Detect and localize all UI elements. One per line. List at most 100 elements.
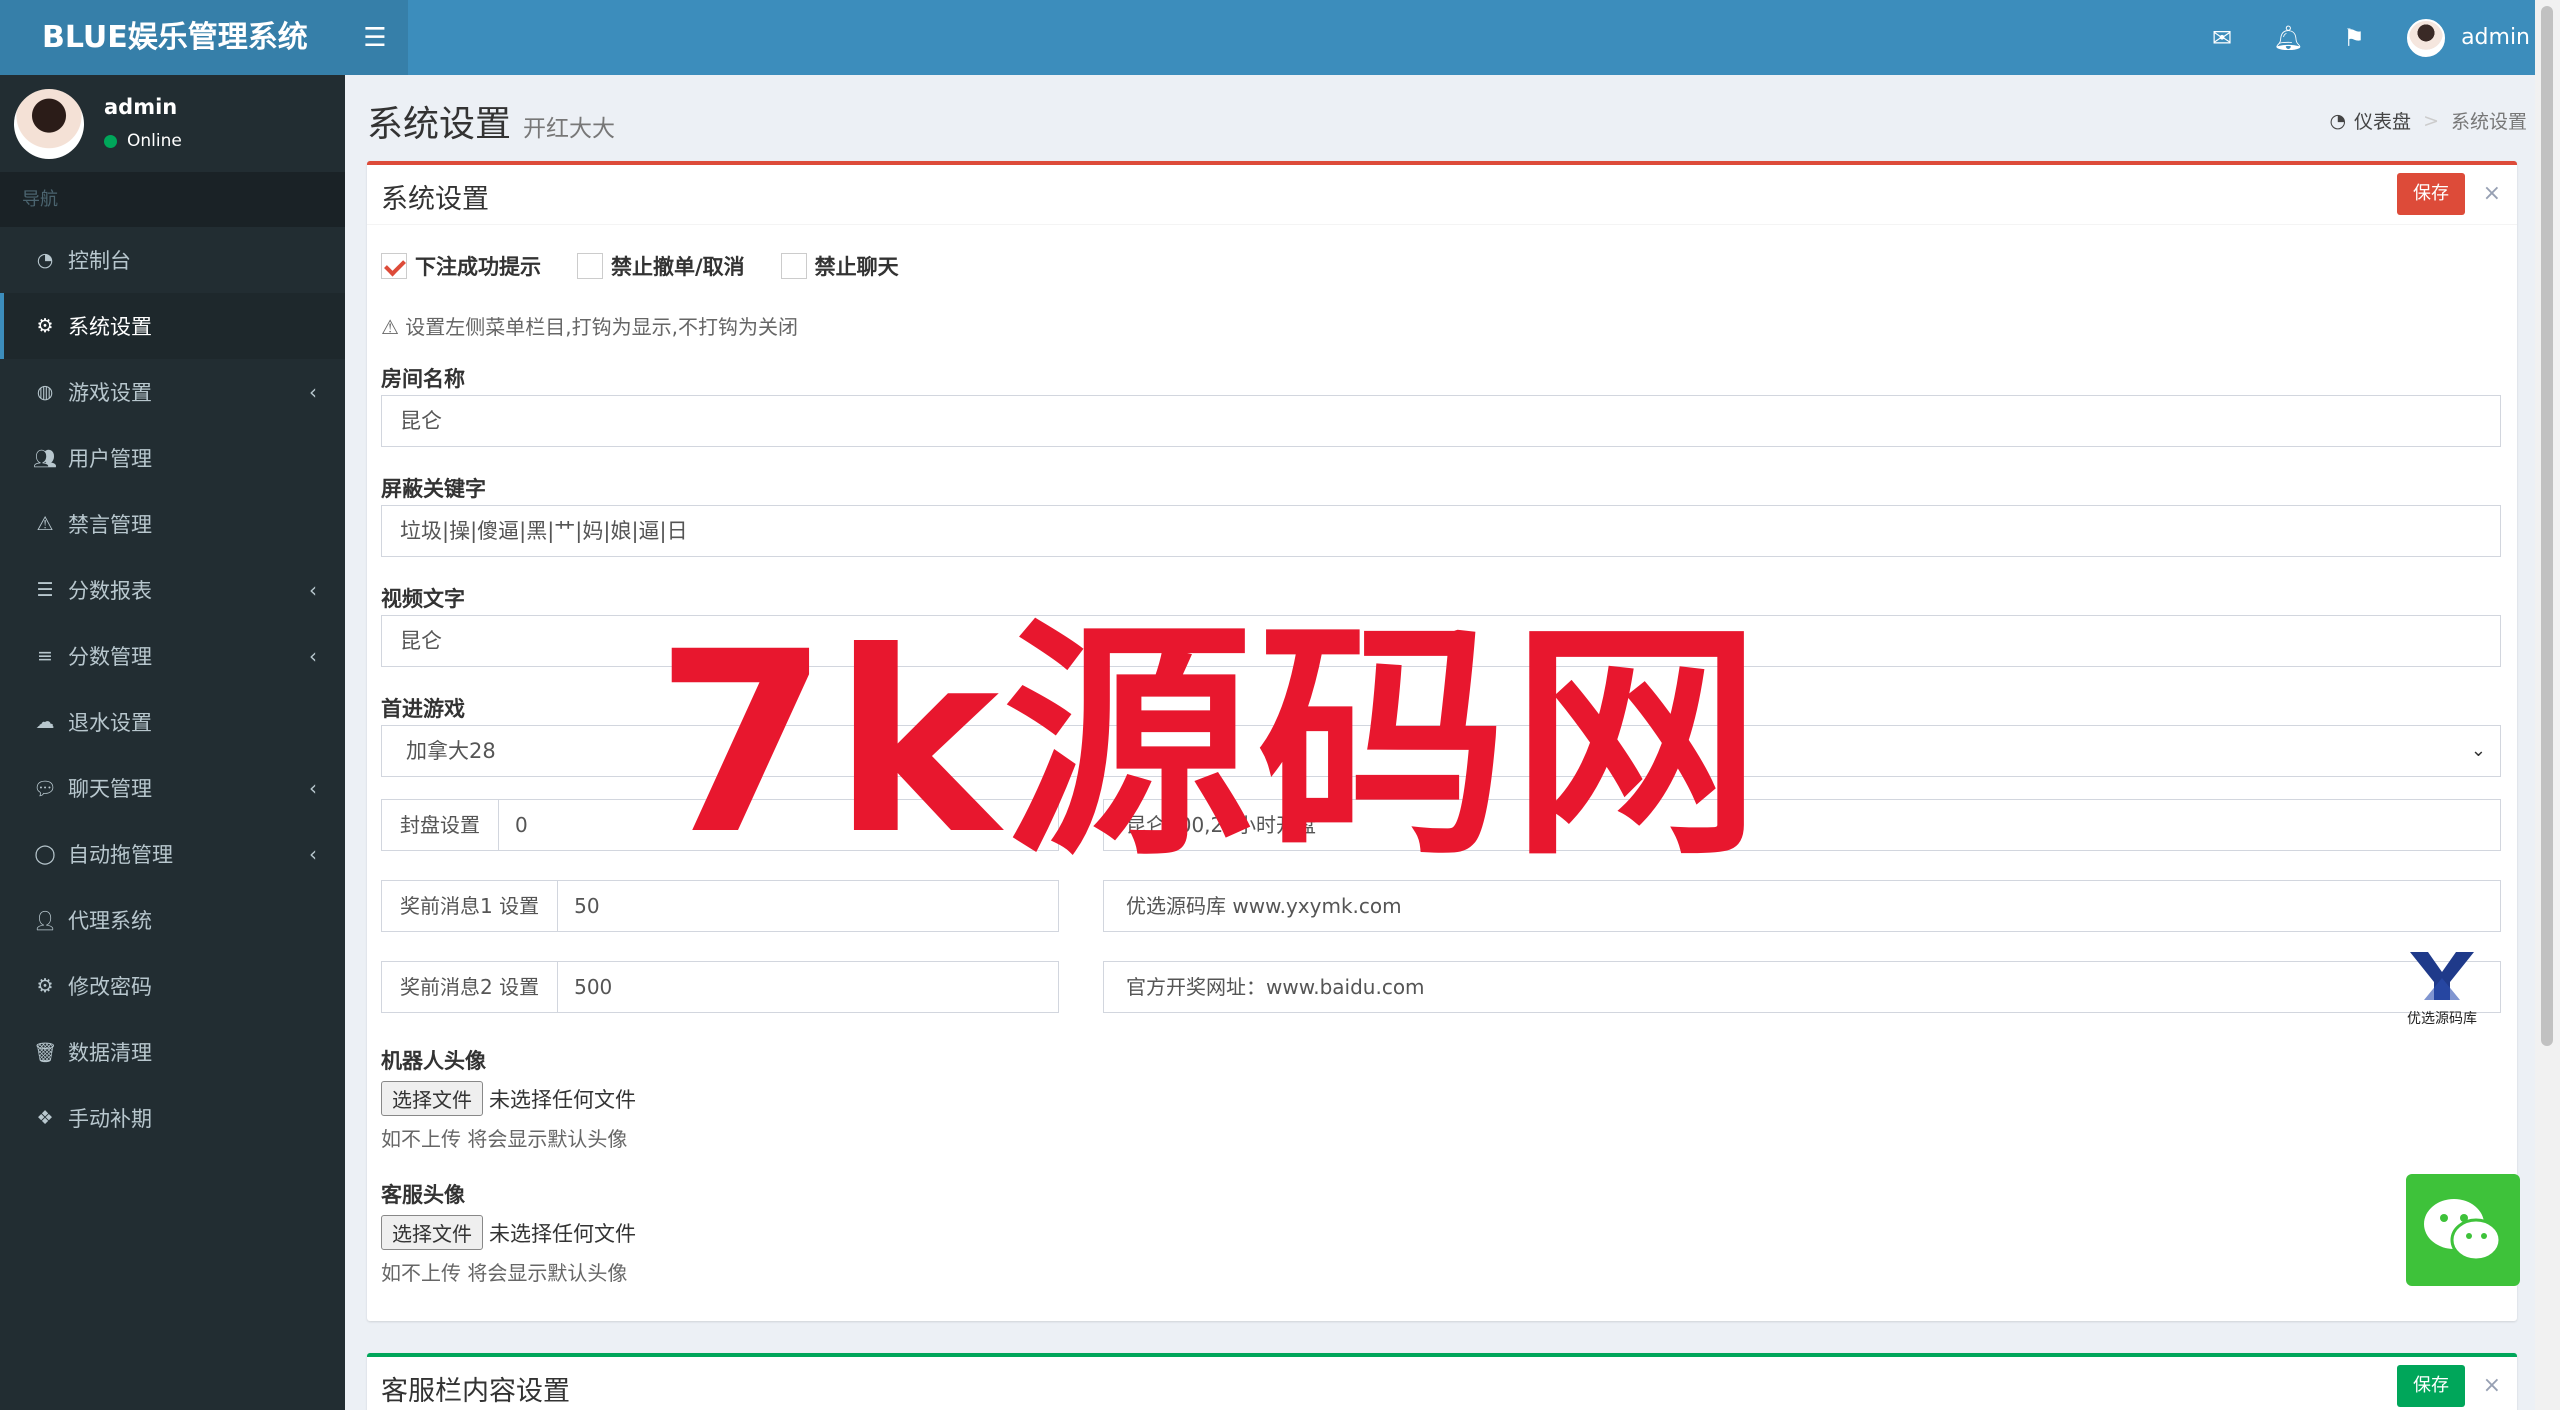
sidebar-item-game-settings[interactable]: ◍ 游戏设置 ‹ — [0, 359, 345, 425]
service-box-header: 客服栏内容设置 保存 × — [367, 1357, 2517, 1410]
checkbox-unchecked-icon[interactable] — [780, 253, 807, 279]
top-icons: ✉ 🔔︎ ⚑ admin — [2189, 0, 2530, 75]
wechat-button[interactable] — [2406, 1174, 2520, 1286]
scrollbar-thumb[interactable] — [2541, 6, 2553, 1046]
checkbox-bet-success[interactable]: 下注成功提示 — [381, 251, 541, 281]
comment-icon: ◯ — [34, 843, 56, 865]
mail-icon[interactable]: ✉ — [2189, 24, 2255, 52]
pre-msg-1-label: 奖前消息1 设置 — [382, 881, 559, 931]
sidebar-item-label: 用户管理 — [68, 447, 152, 471]
page-scrollbar[interactable] — [2535, 0, 2560, 1410]
app-logo[interactable]: BLUE娱乐管理系统 — [0, 0, 408, 75]
flag-icon[interactable]: ⚑ — [2321, 24, 2387, 52]
sidebar-item-label: 代理系统 — [68, 909, 152, 933]
breadcrumb-home[interactable]: 仪表盘 — [2354, 107, 2411, 134]
robot-avatar-label: 机器人头像 — [381, 1049, 486, 1073]
first-game-value: 加拿大28 — [406, 739, 496, 763]
breadcrumb: ◔ 仪表盘 > 系统设置 — [2329, 107, 2527, 134]
online-dot-icon — [104, 134, 117, 148]
list-icon: ☰ — [36, 579, 54, 601]
checkbox-no-cancel[interactable]: 禁止撤单/取消 — [577, 251, 745, 281]
database-icon: ≡ — [37, 645, 53, 667]
checkbox-checked-icon[interactable] — [381, 253, 407, 279]
sidebar-item-auto-bot[interactable]: ◯ 自动拖管理 ‹ — [0, 821, 345, 887]
service-box-title: 客服栏内容设置 — [381, 1376, 570, 1407]
sidebar-item-users[interactable]: 👥︎ 用户管理 — [0, 425, 345, 491]
sidebar-item-system-settings[interactable]: ⚙ 系统设置 — [0, 293, 345, 359]
close-icon[interactable]: × — [2483, 181, 2501, 206]
sidebar-item-label: 分数报表 — [68, 579, 152, 603]
side-logo-text: 优选源码库 — [2407, 1011, 2477, 1027]
checkbox-no-chat[interactable]: 禁止聊天 — [780, 251, 899, 281]
sidebar: admin Online 导航 ◔ 控制台 ⚙ 系统设置 ◍ 游戏设置 ‹ 👥︎ 用户管理… — [0, 75, 345, 1410]
sidebar-item-score-manage[interactable]: ≡ 分数管理 ‹ — [0, 623, 345, 689]
sidebar-item-manual-period[interactable]: ❖ 手动补期 — [0, 1085, 345, 1151]
warning-icon: ⚠ — [381, 315, 406, 339]
service-avatar-choose-button[interactable]: 选择文件 — [381, 1215, 483, 1250]
cloud-download-icon: ☁ — [35, 711, 55, 733]
avatar — [14, 89, 84, 159]
settings-hint: ⚠ 设置左侧菜单栏目,打钩为显示,不打钩为关闭 — [381, 311, 798, 340]
sidebar-item-label: 游戏设置 — [68, 381, 152, 405]
breadcrumb-current: 系统设置 — [2450, 111, 2527, 133]
gear-icon: ⚙ — [36, 975, 54, 997]
robot-avatar-status: 未选择任何文件 — [489, 1087, 636, 1112]
top-navbar: BLUE娱乐管理系统 ☰ ✉ 🔔︎ ⚑ admin — [0, 0, 2560, 75]
video-text-label: 视频文字 — [381, 587, 465, 611]
blocked-words-label: 屏蔽关键字 — [381, 477, 486, 501]
sidebar-item-label: 系统设置 — [68, 315, 152, 339]
user-menu-name: admin — [2461, 25, 2530, 50]
sidebar-item-label: 修改密码 — [68, 975, 152, 999]
page-title-text: 系统设置 — [367, 104, 512, 145]
chat-icon: 💬︎ — [32, 777, 58, 800]
robot-avatar-file: 选择文件 未选择任何文件 — [381, 1081, 636, 1116]
user-panel: admin Online — [0, 75, 345, 172]
chevron-left-icon: ‹ — [309, 842, 317, 866]
user-status: Online — [104, 131, 182, 151]
room-name-label: 房间名称 — [381, 367, 465, 391]
robot-avatar-hint: 如不上传 将会显示默认头像 — [381, 1127, 628, 1151]
sidebar-item-label: 数据清理 — [68, 1041, 152, 1065]
user-status-text: Online — [127, 131, 182, 151]
wechat-icon — [2424, 1199, 2502, 1262]
chevron-left-icon: ‹ — [309, 644, 317, 668]
sidebar-item-chat[interactable]: 💬︎ 聊天管理 ‹ — [0, 755, 345, 821]
side-logo[interactable]: 优选源码库 — [2404, 948, 2480, 1028]
room-name-input[interactable]: 昆仑 — [381, 395, 2501, 447]
sidebar-item-mute[interactable]: ⚠ 禁言管理 — [0, 491, 345, 557]
settings-box-title: 系统设置 — [381, 184, 489, 215]
sidebar-item-label: 分数管理 — [68, 645, 152, 669]
sidebar-item-label: 聊天管理 — [68, 777, 152, 801]
sidebar-item-data-clean[interactable]: 🗑︎ 数据清理 — [0, 1019, 345, 1085]
settings-box-header: 系统设置 保存 × — [367, 165, 2517, 225]
save-button[interactable]: 保存 — [2397, 173, 2465, 215]
checkbox-unchecked-icon[interactable] — [577, 253, 603, 279]
avatar — [2407, 18, 2446, 57]
page-title: 系统设置 开红大大 — [367, 95, 615, 147]
sidebar-toggle-icon[interactable]: ☰ — [350, 18, 400, 58]
pre-msg-2-label: 奖前消息2 设置 — [382, 962, 559, 1012]
user-panel-name: admin — [104, 95, 178, 119]
chevron-left-icon: ‹ — [309, 578, 317, 602]
sidebar-item-label: 退水设置 — [68, 711, 152, 735]
chevron-down-icon: ⌄ — [2470, 740, 2486, 761]
bell-icon[interactable]: 🔔︎ — [2255, 24, 2321, 52]
sidebar-item-dashboard[interactable]: ◔ 控制台 — [0, 227, 345, 293]
cogs-icon: ⚙ — [36, 315, 54, 337]
user-menu[interactable]: admin — [2407, 18, 2530, 57]
sidebar-item-agent[interactable]: 👤︎ 代理系统 — [0, 887, 345, 953]
sidebar-item-rebate[interactable]: ☁ 退水设置 — [0, 689, 345, 755]
first-game-label: 首进游戏 — [381, 697, 465, 721]
close-setting-label: 封盘设置 — [382, 800, 499, 850]
sidebar-item-score-report[interactable]: ☰ 分数报表 ‹ — [0, 557, 345, 623]
settings-hint-text: 设置左侧菜单栏目,打钩为显示,不打钩为关闭 — [405, 315, 799, 339]
watermark-text: 7k源码网 — [655, 598, 1766, 889]
sidebar-item-password[interactable]: ⚙ 修改密码 — [0, 953, 345, 1019]
robot-avatar-choose-button[interactable]: 选择文件 — [381, 1081, 483, 1116]
pre-msg-2-input[interactable]: 500 — [558, 962, 1058, 1012]
checkbox-label: 下注成功提示 — [415, 255, 541, 279]
service-save-button[interactable]: 保存 — [2397, 1365, 2465, 1407]
close-icon[interactable]: × — [2483, 1373, 2501, 1398]
checkbox-label: 禁止撤单/取消 — [611, 255, 745, 279]
pre-msg-2-text-input[interactable]: 官方开奖网址：www.baidu.com — [1103, 961, 2501, 1013]
